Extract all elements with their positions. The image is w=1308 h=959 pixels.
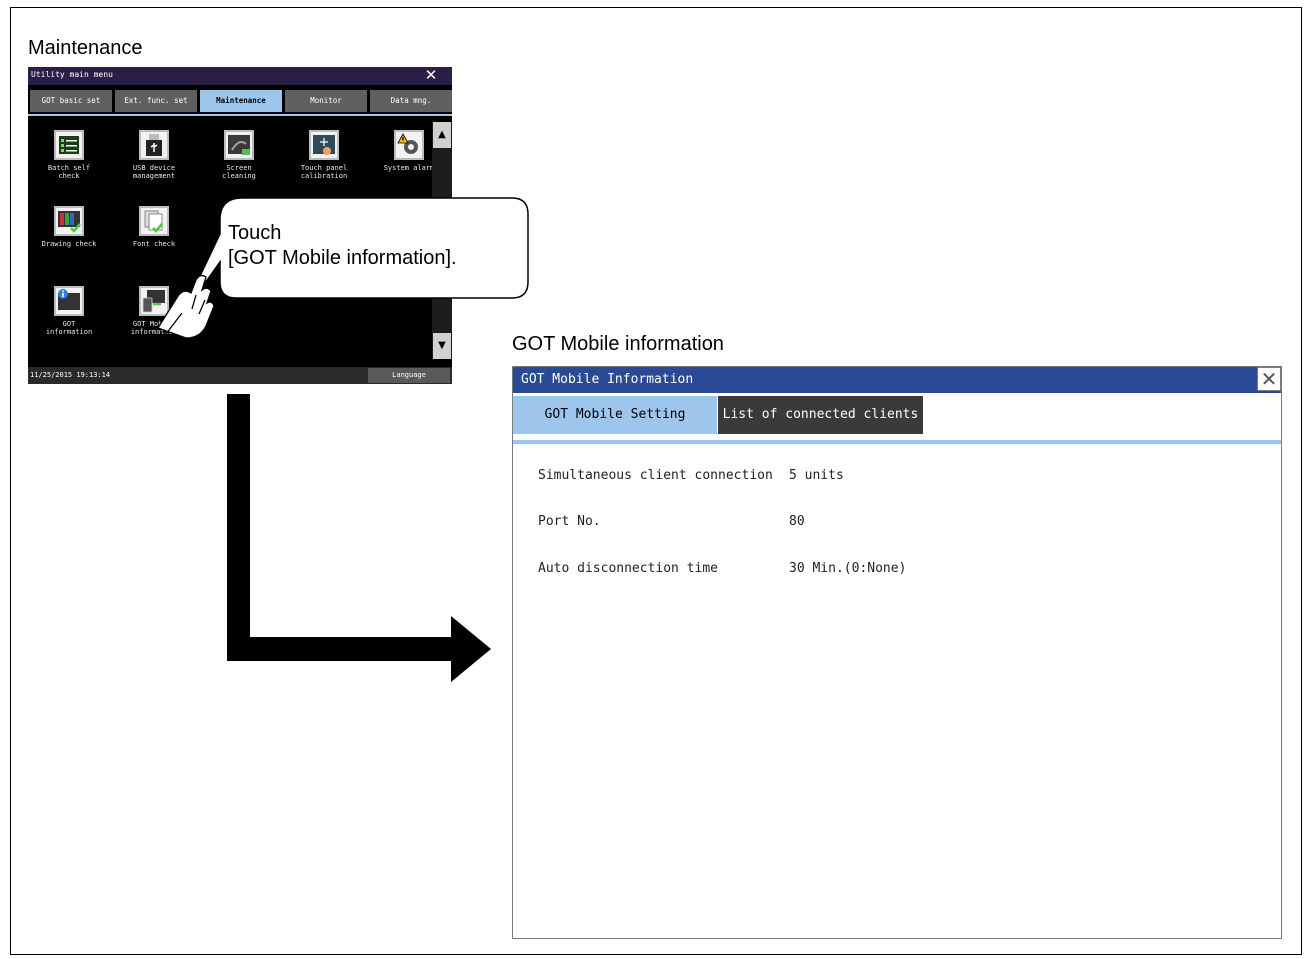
screen-cleaning-item[interactable]: Screen cleaning	[198, 130, 280, 180]
close-icon[interactable]: ✕	[414, 67, 448, 84]
tab-monitor[interactable]: Monitor	[285, 90, 367, 112]
auto-disconnection-label: Auto disconnection time	[538, 561, 719, 576]
font-check-icon	[139, 206, 169, 236]
font-check-label: Font check	[132, 240, 176, 248]
got-information-icon	[54, 286, 84, 316]
screen-cleaning-icon	[224, 130, 254, 160]
callout-text: Touch [GOT Mobile information].	[228, 221, 457, 271]
got-mobile-heading: GOT Mobile information	[512, 333, 724, 355]
tab-list-of-connected-clients[interactable]: List of connected clients	[718, 396, 923, 434]
utility-tab-bar: GOT basic set Ext. func. set Maintenance…	[28, 88, 452, 116]
scroll-up-icon[interactable]: ▲	[433, 122, 451, 148]
got-mobile-information-item[interactable]: GOT Mobile information	[113, 286, 195, 336]
got-mobile-titlebar: GOT Mobile Information ✕	[513, 367, 1281, 393]
system-alarm-icon	[394, 130, 424, 160]
got-mobile-information-icon	[139, 286, 169, 316]
callout-line-2: [GOT Mobile information].	[228, 247, 457, 269]
usb-device-management-label: USB device management	[132, 164, 176, 180]
usb-device-icon	[139, 130, 169, 160]
drawing-check-label: Drawing check	[41, 240, 97, 248]
port-no-label: Port No.	[538, 514, 601, 529]
tab-maintenance[interactable]: Maintenance	[200, 90, 282, 112]
touch-panel-calibration-icon	[309, 130, 339, 160]
tab-data-mng[interactable]: Data mng.	[370, 90, 452, 112]
got-information-item[interactable]: GOT information	[28, 286, 110, 336]
language-button[interactable]: Language	[368, 368, 450, 383]
callout-line-1: Touch	[228, 222, 282, 244]
got-mobile-tab-underline	[513, 440, 1281, 444]
close-icon[interactable]: ✕	[1257, 367, 1281, 391]
got-mobile-information-window: GOT Mobile Information ✕ GOT Mobile Sett…	[512, 366, 1282, 939]
utility-tab-underline	[28, 114, 452, 116]
batch-self-check-icon	[54, 130, 84, 160]
tab-got-basic-set[interactable]: GOT basic set	[30, 90, 112, 112]
batch-self-check-label: Batch self check	[47, 164, 91, 180]
touch-panel-calibration-item[interactable]: Touch panel calibration	[283, 130, 365, 180]
drawing-check-item[interactable]: Drawing check	[28, 206, 110, 248]
touch-panel-calibration-label: Touch panel calibration	[300, 164, 348, 180]
batch-self-check-item[interactable]: Batch self check	[28, 130, 110, 180]
datetime-display: 11/25/2015 19:13:14	[30, 371, 111, 379]
drawing-check-icon	[54, 206, 84, 236]
utility-status-bar: 11/25/2015 19:13:14 Language	[28, 367, 452, 384]
screen-cleaning-label: Screen cleaning	[222, 164, 256, 180]
got-mobile-title: GOT Mobile Information	[521, 372, 694, 387]
auto-disconnection-value: 30 Min.(0:None)	[789, 561, 907, 576]
usb-device-management-item[interactable]: USB device management	[113, 130, 195, 180]
simultaneous-connection-label: Simultaneous client connection	[538, 468, 773, 483]
got-information-label: GOT information	[45, 320, 93, 336]
scroll-down-icon[interactable]: ▼	[433, 333, 451, 359]
simultaneous-connection-value: 5 units	[789, 468, 844, 483]
utility-title: Utility main menu	[31, 70, 113, 79]
utility-titlebar: Utility main menu ✕	[28, 67, 452, 85]
tab-ext-func-set[interactable]: Ext. func. set	[115, 90, 197, 112]
got-mobile-tab-bar: GOT Mobile Setting List of connected cli…	[513, 393, 1281, 443]
port-no-value: 80	[789, 514, 805, 529]
tab-got-mobile-setting[interactable]: GOT Mobile Setting	[513, 396, 717, 434]
got-mobile-information-label: GOT Mobile information	[130, 320, 178, 336]
font-check-item[interactable]: Font check	[113, 206, 195, 248]
maintenance-heading: Maintenance	[28, 37, 143, 59]
